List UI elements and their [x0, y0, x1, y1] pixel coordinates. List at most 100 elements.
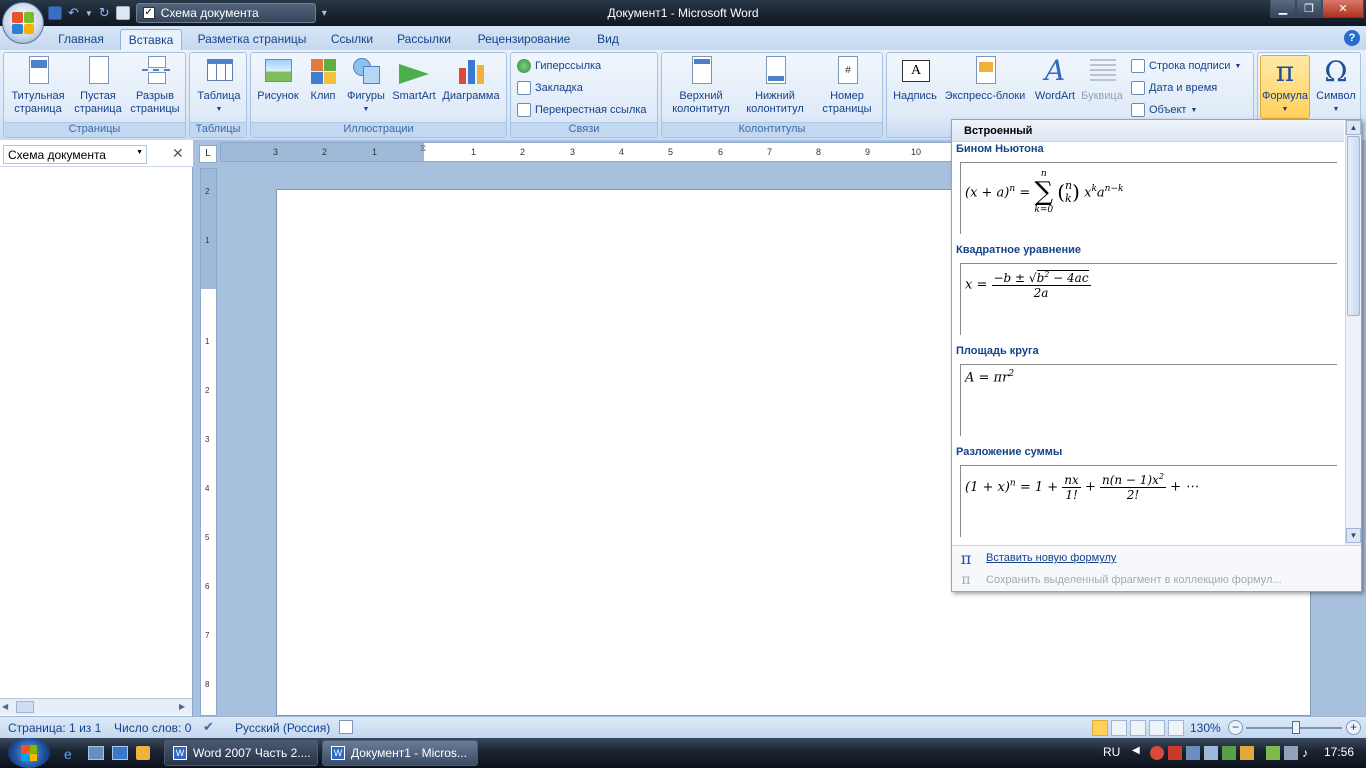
tray-network-icon[interactable] — [1186, 746, 1200, 760]
close-button[interactable]: ✕ — [1322, 0, 1364, 18]
tray-battery-icon[interactable] — [1266, 746, 1280, 760]
help-icon[interactable]: ? — [1344, 30, 1360, 46]
customize-qat-icon[interactable]: ▾ — [322, 8, 327, 19]
smartart-button[interactable]: SmartArt — [389, 56, 439, 103]
draft-view-icon[interactable] — [1168, 720, 1184, 736]
footer-button[interactable]: Нижний колонтитул — [738, 56, 812, 116]
tab-home[interactable]: Главная — [50, 29, 112, 50]
taskbar-item-active[interactable]: W Документ1 - Micros... — [322, 740, 478, 766]
gallery-scrollbar[interactable]: ▲ ▼ — [1345, 120, 1361, 545]
tray-security-icon[interactable] — [1240, 746, 1254, 760]
header-button[interactable]: Верхний колонтитул — [664, 56, 738, 116]
cover-page-button[interactable]: Титульная страница — [8, 56, 68, 116]
page-break-button[interactable]: Разрыв страницы — [126, 56, 184, 116]
tab-mailings[interactable]: Рассылки — [390, 29, 458, 50]
zoom-out-icon[interactable]: − — [1228, 720, 1243, 735]
table-label: Таблица — [197, 90, 241, 102]
volume-icon[interactable]: ♪ — [1302, 746, 1316, 760]
print-layout-view-icon[interactable] — [1092, 720, 1108, 736]
scroll-right-icon[interactable]: ▶ — [179, 702, 185, 711]
horizontal-ruler[interactable]: 3 2 1 1 2 3 4 5 6 7 8 9 10 ⧖ — [220, 142, 960, 162]
symbol-button[interactable]: Ω Символ ▼ — [1312, 56, 1360, 116]
full-screen-view-icon[interactable] — [1111, 720, 1127, 736]
chart-button[interactable]: Диаграмма — [439, 56, 503, 103]
vertical-ruler[interactable]: 2 1 1 2 3 4 5 6 7 8 — [200, 168, 217, 716]
shapes-button[interactable]: Фигуры ▼ — [343, 56, 389, 116]
tab-review[interactable]: Рецензирование — [468, 29, 580, 50]
quick-parts-button[interactable]: Экспресс-блоки — [941, 56, 1029, 103]
scroll-thumb[interactable] — [16, 701, 34, 713]
page-number-button[interactable]: # Номер страницы — [812, 56, 882, 116]
close-pane-icon[interactable]: ✕ — [172, 145, 184, 162]
group-links-label: Связи — [511, 122, 657, 137]
undo-icon[interactable]: ↶ — [68, 6, 79, 20]
indent-marker-icon[interactable]: ⧖ — [420, 143, 426, 154]
edit-icon[interactable] — [115, 6, 130, 20]
restore-button[interactable]: ❐ — [1296, 0, 1322, 18]
equation-expansion[interactable]: (1 + x)n = 1 + nx 1! + n(n − 1)x2 2! + ⋯ — [960, 465, 1337, 537]
scroll-thumb[interactable] — [1347, 136, 1360, 316]
scroll-down-icon[interactable]: ▼ — [1346, 528, 1361, 543]
equation-binomial[interactable]: (x + a)n = n ∑ k=0 (n k) xkan−k — [960, 162, 1337, 234]
equation-title: Разложение суммы — [956, 446, 1063, 458]
hyperlink-button[interactable]: Гиперссылка — [517, 56, 601, 76]
macro-icon[interactable] — [339, 720, 353, 734]
input-language[interactable]: RU — [1103, 745, 1120, 759]
tray-arrow-icon[interactable]: ◀ — [1132, 745, 1140, 756]
zoom-level[interactable]: 130% — [1190, 721, 1221, 735]
blank-page-button[interactable]: Пустая страница — [70, 56, 126, 116]
tray-device-icon[interactable] — [1204, 746, 1218, 760]
page-count[interactable]: Страница: 1 из 1 — [8, 721, 101, 735]
equation-button[interactable]: π Формула ▼ — [1260, 55, 1310, 119]
textbox-button[interactable]: A Надпись — [889, 56, 941, 103]
scroll-left-icon[interactable]: ◀ — [2, 702, 8, 711]
wordart-button[interactable]: A WordArt — [1029, 56, 1081, 103]
switch-windows-icon[interactable] — [112, 746, 128, 760]
taskbar-item[interactable]: W Word 2007 Часть 2.... — [164, 740, 318, 766]
date-time-button[interactable]: Дата и время — [1131, 78, 1217, 98]
signature-line-button[interactable]: Строка подписи ▼ — [1131, 56, 1241, 76]
object-button[interactable]: Объект ▼ — [1131, 100, 1197, 120]
word-count[interactable]: Число слов: 0 — [114, 721, 191, 735]
spelling-check-icon[interactable]: ✔ — [203, 719, 219, 735]
clip-art-button[interactable]: Клип — [305, 56, 341, 103]
zoom-in-icon[interactable]: + — [1346, 720, 1361, 735]
pane-horizontal-scrollbar[interactable]: ◀ ▶ — [0, 698, 192, 715]
show-desktop-icon[interactable] — [88, 746, 104, 760]
web-layout-view-icon[interactable] — [1130, 720, 1146, 736]
tab-selector-icon[interactable]: L — [199, 145, 217, 163]
tab-references[interactable]: Ссылки — [322, 29, 382, 50]
tray-antivirus-icon[interactable] — [1150, 746, 1164, 760]
zoom-slider-thumb[interactable] — [1292, 721, 1300, 734]
cross-reference-button[interactable]: Перекрестная ссылка — [517, 100, 647, 120]
outline-view-icon[interactable] — [1149, 720, 1165, 736]
save-icon[interactable] — [48, 6, 62, 20]
redo-icon[interactable]: ↻ — [99, 6, 110, 20]
bookmark-button[interactable]: Закладка — [517, 78, 583, 98]
office-button[interactable] — [2, 2, 44, 44]
drop-cap-button[interactable]: Буквица — [1081, 56, 1123, 103]
tab-insert[interactable]: Вставка — [120, 29, 182, 50]
tray-network2-icon[interactable] — [1284, 746, 1298, 760]
insert-new-equation-item[interactable]: π Вставить новую формулу — [956, 548, 1117, 568]
ruler-mark: 3 — [205, 435, 210, 444]
tray-app-icon[interactable] — [1168, 746, 1182, 760]
equation-quadratic[interactable]: x = −b ± √b2 − 4ac 2a — [960, 263, 1337, 335]
equation-circle-area[interactable]: A = πr2 — [960, 364, 1337, 436]
internet-explorer-icon[interactable]: e — [64, 746, 80, 762]
start-button[interactable] — [8, 738, 50, 768]
gallery-header: Встроенный — [952, 120, 1344, 142]
clock[interactable]: 17:56 — [1324, 745, 1354, 759]
undo-dropdown-icon[interactable]: ▼ — [85, 9, 93, 18]
tray-update-icon[interactable] — [1222, 746, 1236, 760]
table-button[interactable]: Таблица ▼ — [192, 56, 246, 116]
media-player-icon[interactable] — [136, 746, 150, 760]
document-map-select[interactable]: Схема документа ▼ — [3, 145, 147, 164]
tab-view[interactable]: Вид — [590, 29, 626, 50]
doc-map-toggle[interactable]: ✓ Схема документа — [135, 3, 316, 23]
picture-button[interactable]: Рисунок — [253, 56, 303, 103]
language-indicator[interactable]: Русский (Россия) — [235, 721, 330, 735]
scroll-up-icon[interactable]: ▲ — [1346, 120, 1361, 135]
minimize-button[interactable]: ▁ — [1270, 0, 1296, 18]
tab-page-layout[interactable]: Разметка страницы — [192, 29, 312, 50]
